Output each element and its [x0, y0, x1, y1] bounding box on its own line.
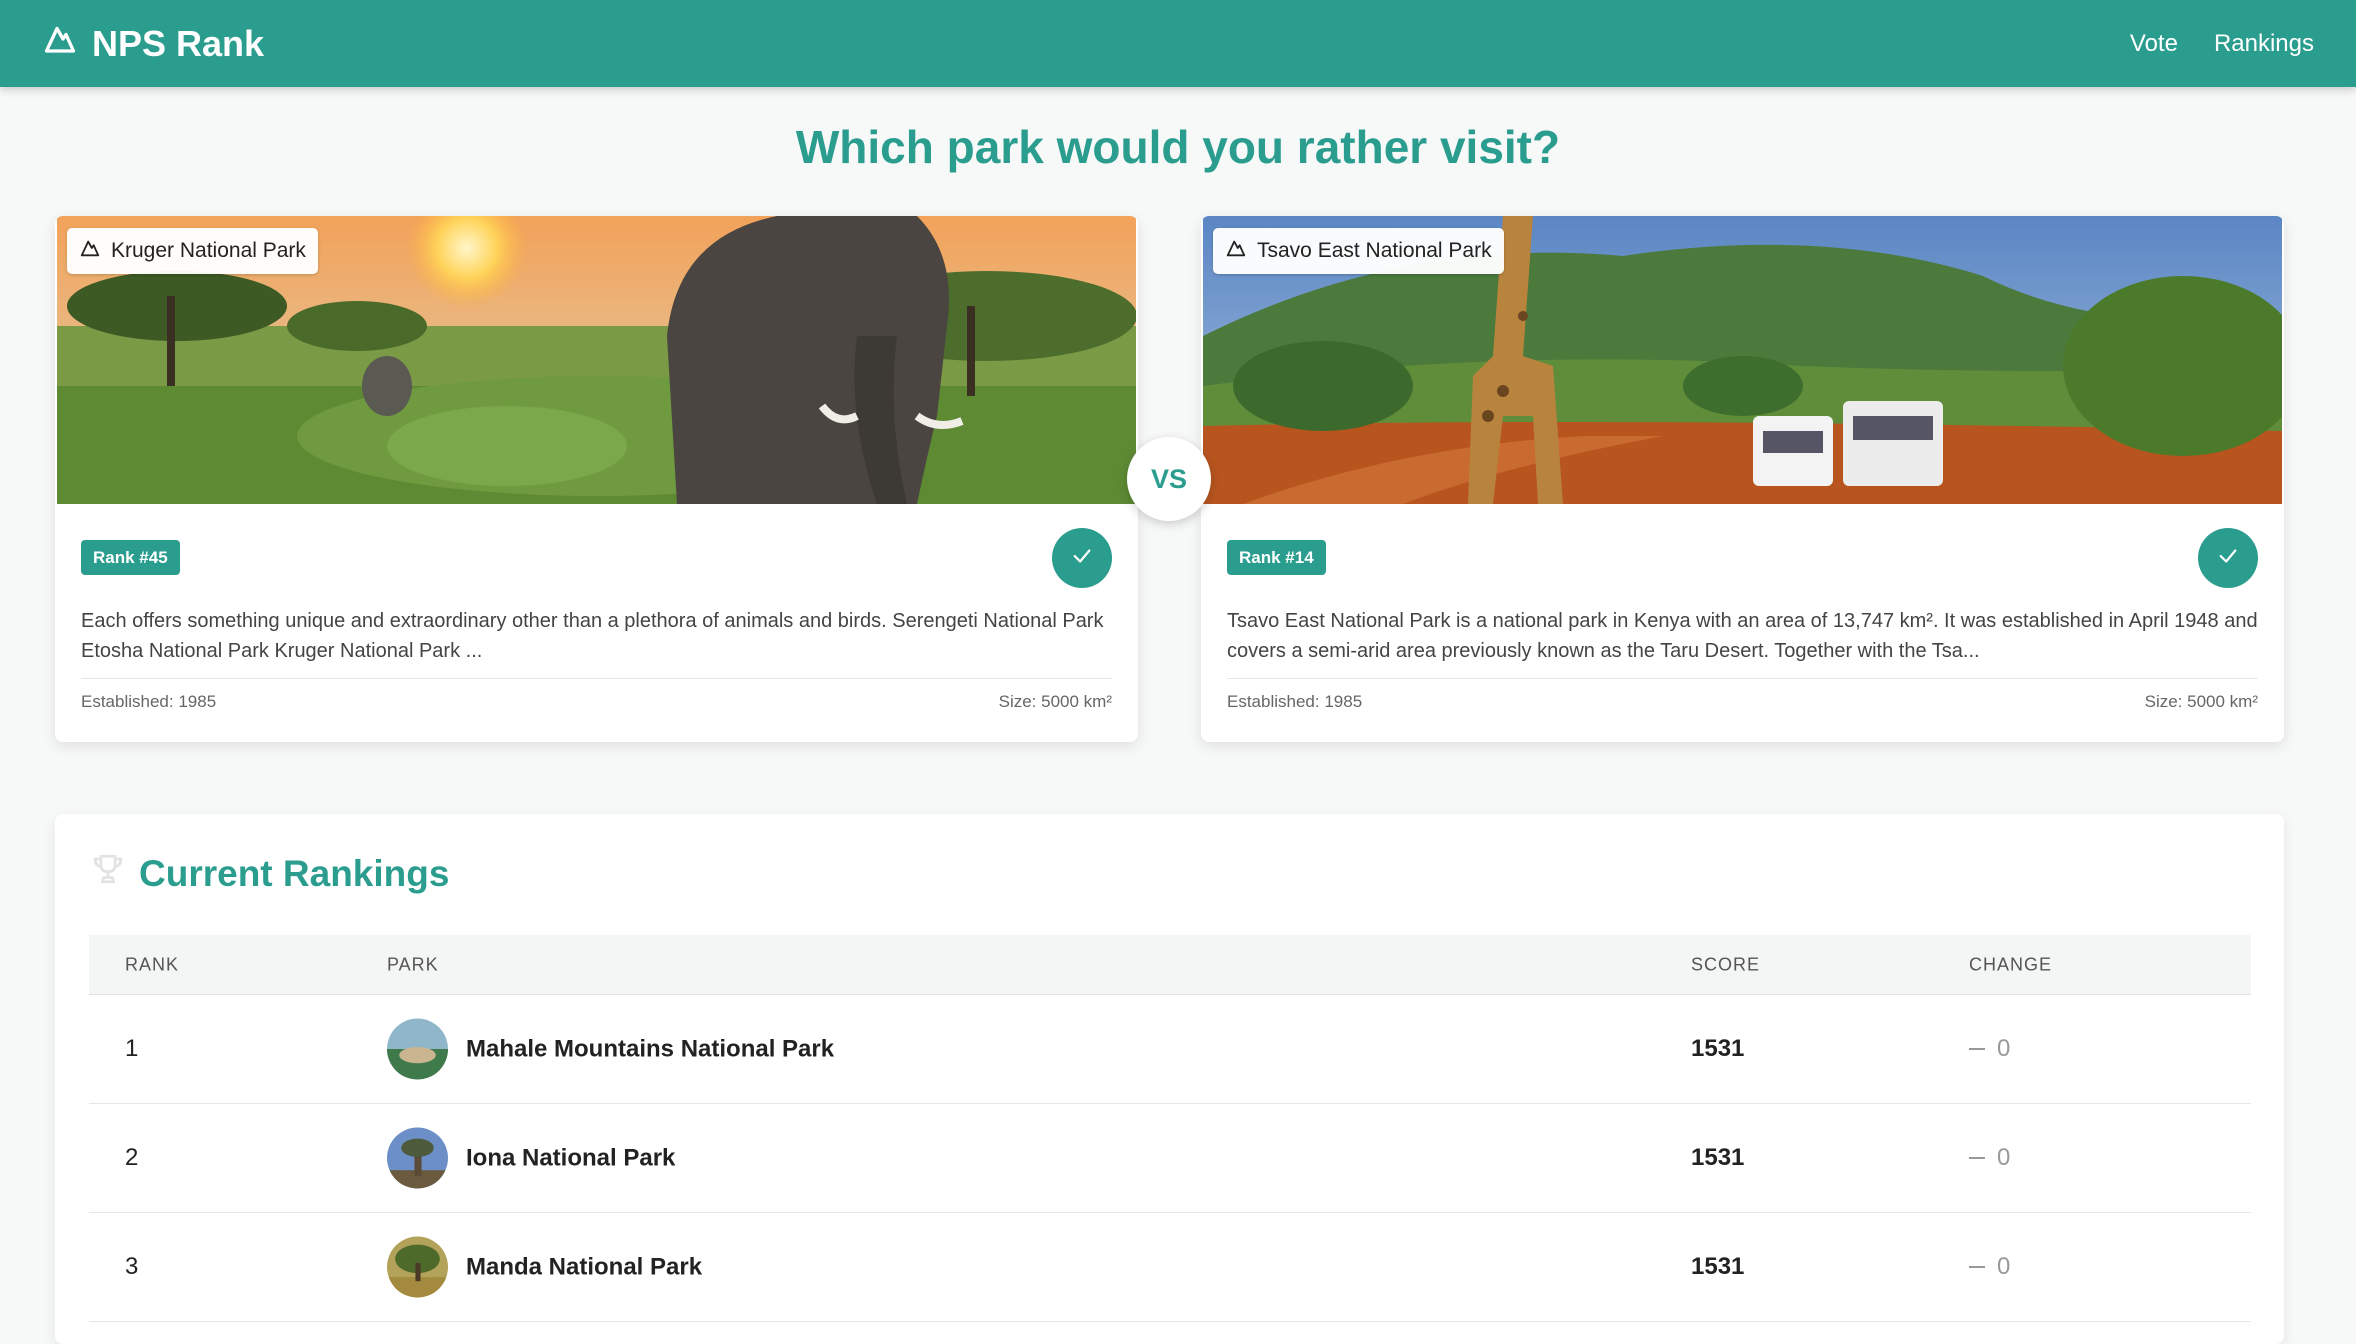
rank-cell: 3 — [125, 1253, 139, 1280]
rank-cell: 2 — [125, 1144, 139, 1171]
column-header-park[interactable]: PARK — [387, 954, 439, 975]
park-name[interactable]: Mahale Mountains National Park — [466, 1035, 834, 1063]
table-row[interactable]: 1 Mahale Mountains National Park 1531 0 — [89, 995, 2251, 1104]
table-row[interactable]: 3 Manda National Park 1531 0 — [89, 1213, 2251, 1322]
rankings-panel: Current Rankings RANK PARK SCORE CHANGE … — [55, 814, 2284, 1344]
park-cell: Manda National Park — [387, 1236, 702, 1298]
established-date: Established: 1985 — [81, 692, 217, 711]
rank-badge: Rank #14 — [1227, 540, 1326, 575]
divider — [1227, 678, 2258, 679]
dash-icon — [1969, 1266, 1985, 1268]
nav-links: Vote Rankings — [2130, 30, 2314, 58]
check-icon — [1071, 545, 1093, 572]
park-meta: Established: 1985 Size: 5000 km² — [1227, 692, 2258, 712]
page-title: Which park would you rather visit? — [795, 121, 1561, 173]
nav-vote-link[interactable]: Vote — [2130, 30, 2178, 58]
table-header: RANK PARK SCORE CHANGE — [89, 935, 2251, 995]
mountain-icon — [42, 21, 78, 66]
rank-cell: 1 — [125, 1035, 139, 1062]
park-avatar — [387, 1018, 448, 1080]
established-date: Established: 1985 — [1227, 692, 1363, 711]
table-row[interactable]: 2 Iona National Park 1531 0 — [89, 1104, 2251, 1213]
change-value: 0 — [1997, 1144, 2011, 1171]
select-park-button[interactable] — [1052, 528, 1112, 588]
select-park-button[interactable] — [2198, 528, 2258, 588]
park-cell: Mahale Mountains National Park — [387, 1018, 834, 1080]
park-cell: Iona National Park — [387, 1127, 675, 1189]
park-description: Each offers something unique and extraor… — [81, 610, 1104, 662]
top-navbar: NPS Rank Vote Rankings — [0, 0, 2356, 87]
vs-badge: VS — [1127, 437, 1211, 521]
brand-name: NPS Rank — [92, 22, 265, 64]
column-header-rank[interactable]: RANK — [125, 954, 179, 975]
park-description: Tsavo East National Park is a national p… — [1227, 610, 2258, 662]
brand-logo[interactable]: NPS Rank — [42, 21, 264, 66]
park-name: Kruger National Park — [111, 239, 306, 262]
divider — [81, 678, 1112, 679]
change-cell: 0 — [1969, 1144, 2010, 1172]
park-size: Size: 5000 km² — [2144, 692, 2258, 711]
change-value: 0 — [1997, 1035, 2011, 1062]
score-cell: 1531 — [1691, 1144, 1745, 1171]
park-avatar — [387, 1236, 448, 1298]
trophy-icon — [91, 852, 125, 895]
park-card-right[interactable]: Tsavo East National Park Rank #14 Tsavo … — [1201, 216, 2284, 742]
rankings-heading: Current Rankings — [91, 852, 449, 895]
park-name[interactable]: Manda National Park — [466, 1253, 702, 1281]
column-header-change[interactable]: CHANGE — [1969, 954, 2052, 975]
park-name-chip: Kruger National Park — [67, 228, 318, 274]
rank-badge: Rank #45 — [81, 540, 180, 575]
park-name-chip: Tsavo East National Park — [1213, 228, 1504, 274]
change-cell: 0 — [1969, 1253, 2010, 1281]
check-icon — [2217, 545, 2239, 572]
nav-rankings-link[interactable]: Rankings — [2214, 30, 2314, 58]
park-name[interactable]: Iona National Park — [466, 1144, 675, 1172]
mountain-icon — [1225, 237, 1247, 265]
park-card-left[interactable]: Kruger National Park Rank #45 Each offer… — [55, 216, 1138, 742]
rankings-title: Current Rankings — [139, 852, 450, 894]
rankings-table: RANK PARK SCORE CHANGE 1 Mahale Mountain… — [89, 935, 2251, 1322]
dash-icon — [1969, 1048, 1985, 1050]
column-header-score[interactable]: SCORE — [1691, 954, 1760, 975]
park-meta: Established: 1985 Size: 5000 km² — [81, 692, 1112, 712]
score-cell: 1531 — [1691, 1253, 1745, 1280]
park-size: Size: 5000 km² — [998, 692, 1112, 711]
change-cell: 0 — [1969, 1035, 2010, 1063]
mountain-icon — [79, 237, 101, 265]
park-name: Tsavo East National Park — [1257, 239, 1492, 262]
dash-icon — [1969, 1157, 1985, 1159]
change-value: 0 — [1997, 1253, 2011, 1280]
park-avatar — [387, 1127, 448, 1189]
score-cell: 1531 — [1691, 1035, 1745, 1062]
